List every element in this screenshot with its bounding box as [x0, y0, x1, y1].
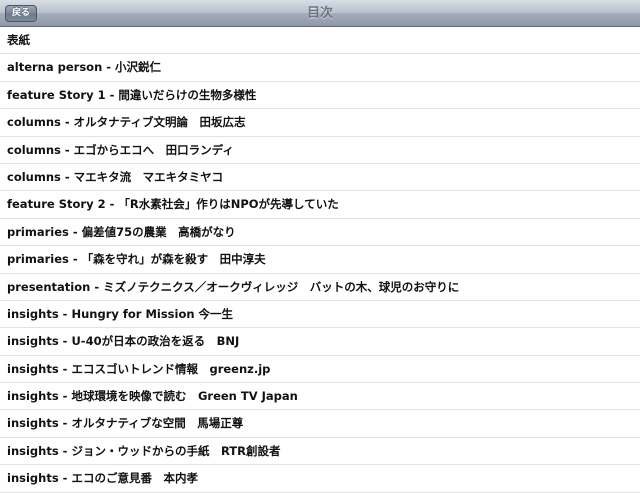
list-item[interactable]: primaries - 「森を守れ」が森を殺す 田中淳夫: [0, 246, 640, 274]
list-item[interactable]: columns - マエキタ流 マエキタミヤコ: [0, 164, 640, 192]
list-item[interactable]: columns - オルタナティブ文明論 田坂広志: [0, 109, 640, 137]
list-item[interactable]: feature Story 1 - 間違いだらけの生物多様性: [0, 82, 640, 110]
list-item[interactable]: columns - エゴからエコへ 田口ランディ: [0, 137, 640, 164]
list-item[interactable]: alterna person - 小沢鋭仁: [0, 54, 640, 82]
navigation-bar: 戻る 目次: [0, 0, 640, 27]
list-item[interactable]: primaries - 偏差値75の農業 高橋がなり: [0, 219, 640, 247]
list-item[interactable]: insights - エコスゴいトレンド情報 greenz.jp: [0, 356, 640, 384]
list-item[interactable]: insights - オルタナティブな空間 馬場正尊: [0, 410, 640, 438]
list-item[interactable]: insights - ジョン・ウッドからの手紙 RTR創設者: [0, 438, 640, 466]
list-item[interactable]: insights - Hungry for Mission 今一生: [0, 301, 640, 329]
list-item[interactable]: feature Story 2 - 「R水素社会」作りはNPOが先導していた: [0, 191, 640, 219]
list-item[interactable]: insights - エコのご意見番 本内孝: [0, 465, 640, 493]
page-title: 目次: [306, 6, 333, 21]
list-item-cover[interactable]: 表紙: [0, 27, 640, 55]
toc-list: 表紙 alterna person - 小沢鋭仁 feature Story 1…: [0, 27, 640, 493]
back-button[interactable]: 戻る: [5, 5, 38, 22]
list-item[interactable]: insights - U-40が日本の政治を返る BNJ: [0, 328, 640, 356]
list-item[interactable]: insights - 地球環境を映像で読む Green TV Japan: [0, 383, 640, 411]
list-item[interactable]: presentation - ミズノテクニクス／オークヴィレッジ バットの木、球…: [0, 274, 640, 301]
